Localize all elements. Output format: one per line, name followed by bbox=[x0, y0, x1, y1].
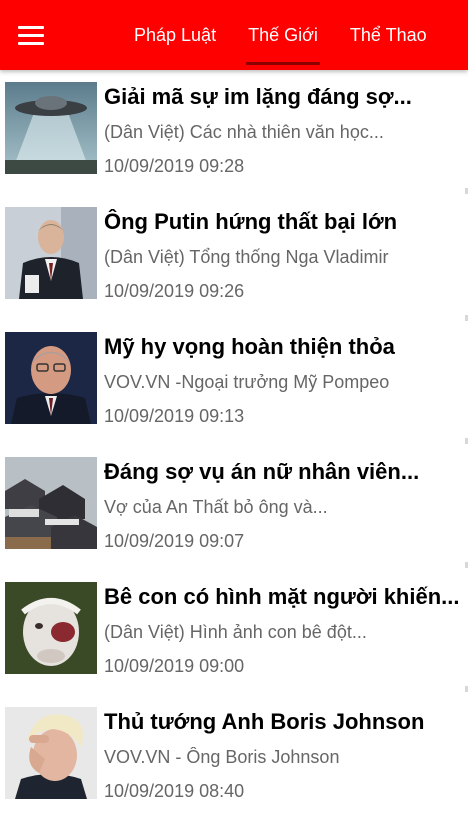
hamburger-menu-icon[interactable] bbox=[18, 20, 50, 50]
article-timestamp: 10/09/2019 09:00 bbox=[104, 656, 245, 676]
article-thumbnail bbox=[5, 207, 97, 299]
article-item[interactable]: Đáng sợ vụ án nữ nhân viên... Vợ của An … bbox=[0, 445, 468, 570]
article-summary: Vợ của An Thất bỏ ông và... bbox=[104, 497, 328, 517]
category-tabs: Pháp Luật Thế Giới Thể Thao bbox=[118, 0, 443, 70]
article-list: Giải mã sự im lặng đáng sợ... (Dân Việt)… bbox=[0, 70, 468, 820]
article-timestamp: 10/09/2019 08:40 bbox=[104, 781, 245, 801]
article-summary: VOV.VN -Ngoại trưởng Mỹ Pompeo bbox=[104, 372, 390, 392]
article-timestamp: 10/09/2019 09:07 bbox=[104, 531, 245, 551]
article-summary: (Dân Việt) Các nhà thiên văn học... bbox=[104, 122, 384, 142]
article-item[interactable]: Thủ tướng Anh Boris Johnson VOV.VN - Ông… bbox=[0, 695, 468, 820]
tab-the-gioi[interactable]: Thế Giới bbox=[232, 0, 334, 70]
article-item[interactable]: Ông Putin hứng thất bại lớn (Dân Việt) T… bbox=[0, 195, 468, 320]
article-timestamp: 10/09/2019 09:28 bbox=[104, 156, 245, 176]
tab-the-thao[interactable]: Thể Thao bbox=[334, 0, 443, 70]
article-thumbnail bbox=[5, 707, 97, 799]
article-title: Giải mã sự im lặng đáng sợ... bbox=[104, 84, 412, 109]
tab-phap-luat[interactable]: Pháp Luật bbox=[118, 0, 232, 70]
article-summary: VOV.VN - Ông Boris Johnson bbox=[104, 747, 340, 767]
article-thumbnail bbox=[5, 332, 97, 424]
article-item[interactable]: Giải mã sự im lặng đáng sợ... (Dân Việt)… bbox=[0, 70, 468, 195]
article-title: Mỹ hy vọng hoàn thiện thỏa bbox=[104, 334, 395, 359]
article-title: Ông Putin hứng thất bại lớn bbox=[104, 209, 398, 234]
article-summary: (Dân Việt) Tổng thống Nga Vladimir bbox=[104, 247, 389, 267]
app-bar: Pháp Luật Thế Giới Thể Thao bbox=[0, 0, 468, 70]
article-thumbnail bbox=[5, 82, 97, 174]
article-thumbnail bbox=[5, 582, 97, 674]
article-title: Bê con có hình mặt người khiến... bbox=[104, 584, 460, 609]
article-summary: (Dân Việt) Hình ảnh con bê đột... bbox=[104, 622, 367, 642]
article-item[interactable]: Mỹ hy vọng hoàn thiện thỏa VOV.VN -Ngoại… bbox=[0, 320, 468, 445]
active-tab-indicator bbox=[246, 62, 320, 65]
article-thumbnail bbox=[5, 457, 97, 549]
article-timestamp: 10/09/2019 09:13 bbox=[104, 406, 245, 426]
tab-label: Thế Giới bbox=[248, 24, 318, 45]
article-title: Đáng sợ vụ án nữ nhân viên... bbox=[104, 459, 420, 484]
tab-label: Thể Thao bbox=[349, 24, 427, 45]
tab-label: Pháp Luật bbox=[134, 24, 217, 45]
article-timestamp: 10/09/2019 09:26 bbox=[104, 281, 245, 301]
article-item[interactable]: Bê con có hình mặt người khiến... (Dân V… bbox=[0, 570, 468, 695]
article-title: Thủ tướng Anh Boris Johnson bbox=[104, 709, 425, 734]
